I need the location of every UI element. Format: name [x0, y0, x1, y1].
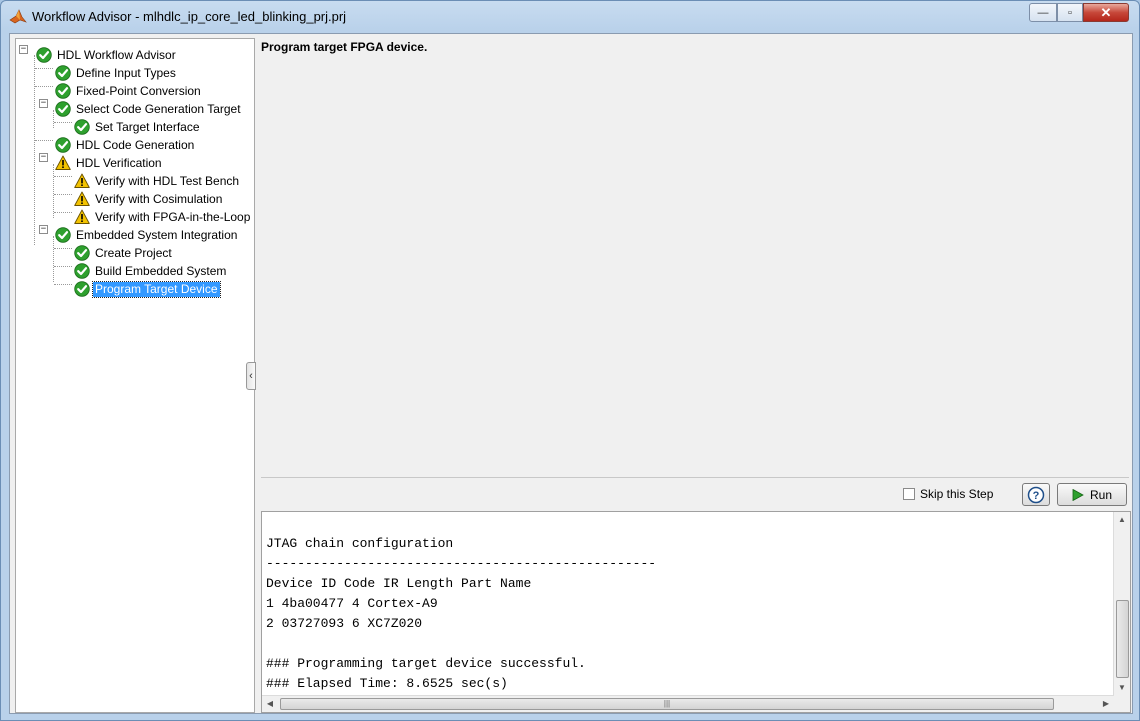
tree-connector — [53, 110, 54, 128]
tree-item-label: HDL Verification — [76, 155, 162, 170]
tree-item-label: Program Target Device — [92, 280, 221, 298]
close-button[interactable]: ✕ — [1083, 3, 1129, 22]
tree-connector — [35, 68, 53, 69]
tree-item-build-embedded-system[interactable]: Build Embedded System — [74, 262, 228, 280]
console-line: Device ID Code IR Length Part Name — [266, 576, 532, 591]
output-console[interactable]: JTAG chain configuration ----------------… — [261, 511, 1131, 713]
scroll-corner — [1114, 696, 1130, 712]
tree-item-label: HDL Workflow Advisor — [57, 47, 176, 62]
console-text: JTAG chain configuration ----------------… — [266, 534, 656, 694]
console-line: 2 03727093 6 XC7Z020 — [266, 616, 423, 631]
skip-step-label[interactable]: Skip this Step — [920, 487, 993, 501]
tree-item-label: HDL Code Generation — [76, 137, 195, 152]
tree-connector — [54, 194, 72, 195]
console-line: 1 4ba00477 4 Cortex-A9 — [266, 596, 438, 611]
console-line: ### Elapsed Time: 8.6525 sec(s) — [266, 676, 508, 691]
warning-icon — [74, 209, 90, 224]
scroll-right-icon[interactable]: ▶ — [1098, 696, 1114, 712]
tree-item-embedded-system-integration[interactable]: Embedded System Integration — [55, 226, 239, 244]
tree-item-verify-hdl-test-bench[interactable]: Verify with HDL Test Bench — [74, 172, 241, 190]
tree-item-label: Create Project — [95, 245, 172, 260]
check-icon — [55, 227, 71, 243]
check-icon — [55, 101, 71, 117]
check-icon — [55, 137, 71, 153]
check-icon — [74, 119, 90, 135]
tree-item-label: Define Input Types — [76, 65, 176, 80]
tree-connector — [54, 284, 72, 285]
warning-icon — [74, 173, 90, 188]
tree-item-define-input-types[interactable]: Define Input Types — [55, 64, 178, 82]
minimize-button[interactable]: — — [1029, 3, 1057, 22]
warning-icon — [74, 191, 90, 206]
tree-item-create-project[interactable]: Create Project — [74, 244, 174, 262]
scroll-up-icon[interactable]: ▲ — [1114, 512, 1130, 528]
skip-step-checkbox[interactable] — [903, 488, 915, 500]
scroll-left-icon[interactable]: ◀ — [262, 696, 278, 712]
warning-icon — [55, 155, 71, 170]
tree-item-select-code-generation-target[interactable]: Select Code Generation Target — [55, 100, 243, 118]
collapse-toggle[interactable]: − — [39, 153, 48, 162]
check-icon — [74, 245, 90, 261]
tree-connector — [35, 86, 53, 87]
workflow-tree[interactable]: − − − − HDL Workflow Advisor Define Input… — [15, 38, 255, 713]
tree-connector — [35, 140, 53, 141]
tree-item-label: Build Embedded System — [95, 263, 227, 278]
title-bar[interactable]: Workflow Advisor - mlhdlc_ip_core_led_bl… — [1, 1, 1139, 33]
play-icon — [1072, 488, 1084, 501]
horizontal-scrollbar[interactable]: ◀ ||| ▶ — [262, 695, 1114, 712]
tree-item-label: Verify with Cosimulation — [95, 191, 223, 206]
tree-item-hdl-workflow-advisor[interactable]: HDL Workflow Advisor — [36, 46, 178, 64]
tree-connector — [53, 164, 54, 218]
tree-item-verify-cosimulation[interactable]: Verify with Cosimulation — [74, 190, 224, 208]
horizontal-scroll-thumb[interactable]: ||| — [280, 698, 1054, 710]
tree-connector — [53, 236, 54, 282]
collapse-toggle[interactable]: − — [39, 99, 48, 108]
tree-item-label: Select Code Generation Target — [76, 101, 241, 116]
scroll-down-icon[interactable]: ▼ — [1114, 680, 1130, 696]
run-label: Run — [1089, 487, 1112, 502]
collapse-toggle[interactable]: − — [19, 45, 28, 54]
tree-item-label: Verify with FPGA-in-the-Loop — [95, 209, 251, 224]
run-button[interactable]: Run — [1057, 483, 1127, 506]
console-line: ----------------------------------------… — [266, 556, 657, 571]
step-header: Program target FPGA device. — [261, 40, 428, 54]
tree-connector — [34, 55, 35, 245]
tree-item-program-target-device[interactable]: Program Target Device — [74, 280, 221, 298]
tree-item-hdl-verification[interactable]: HDL Verification — [55, 154, 164, 172]
console-line: JTAG chain configuration — [266, 536, 454, 551]
vertical-scrollbar[interactable]: ▲ ▼ — [1113, 512, 1130, 696]
check-icon — [36, 47, 52, 63]
panel-collapse-handle[interactable]: ‹ — [246, 362, 256, 390]
tree-connector — [54, 248, 72, 249]
client-area: − − − − HDL Workflow Advisor Define Input… — [9, 33, 1133, 714]
collapse-toggle[interactable]: − — [39, 225, 48, 234]
tree-item-label: Verify with HDL Test Bench — [95, 173, 240, 188]
tree-item-hdl-code-generation[interactable]: HDL Code Generation — [55, 136, 196, 154]
svg-text:?: ? — [1033, 490, 1040, 502]
tree-connector — [54, 122, 72, 123]
tree-connector — [54, 212, 72, 213]
help-icon: ? — [1027, 486, 1045, 503]
tree-item-verify-fpga-in-the-loop[interactable]: Verify with FPGA-in-the-Loop — [74, 208, 252, 226]
console-line: ### Programming target device successful… — [266, 656, 586, 671]
matlab-icon — [9, 9, 27, 24]
workflow-advisor-window: Workflow Advisor - mlhdlc_ip_core_led_bl… — [0, 0, 1140, 721]
maximize-button[interactable]: ▫ — [1057, 3, 1083, 22]
tree-item-label: Fixed-Point Conversion — [76, 83, 201, 98]
window-title: Workflow Advisor - mlhdlc_ip_core_led_bl… — [32, 9, 347, 24]
check-icon — [55, 83, 71, 99]
vertical-scroll-thumb[interactable] — [1116, 600, 1129, 678]
check-icon — [74, 263, 90, 279]
check-icon — [55, 65, 71, 81]
tree-connector — [54, 266, 72, 267]
divider — [261, 477, 1129, 478]
tree-item-label: Embedded System Integration — [76, 227, 238, 242]
check-icon — [74, 281, 90, 297]
tree-item-fixed-point-conversion[interactable]: Fixed-Point Conversion — [55, 82, 203, 100]
help-button[interactable]: ? — [1022, 483, 1050, 506]
tree-item-set-target-interface[interactable]: Set Target Interface — [74, 118, 202, 136]
tree-connector — [54, 176, 72, 177]
tree-item-label: Set Target Interface — [95, 119, 200, 134]
